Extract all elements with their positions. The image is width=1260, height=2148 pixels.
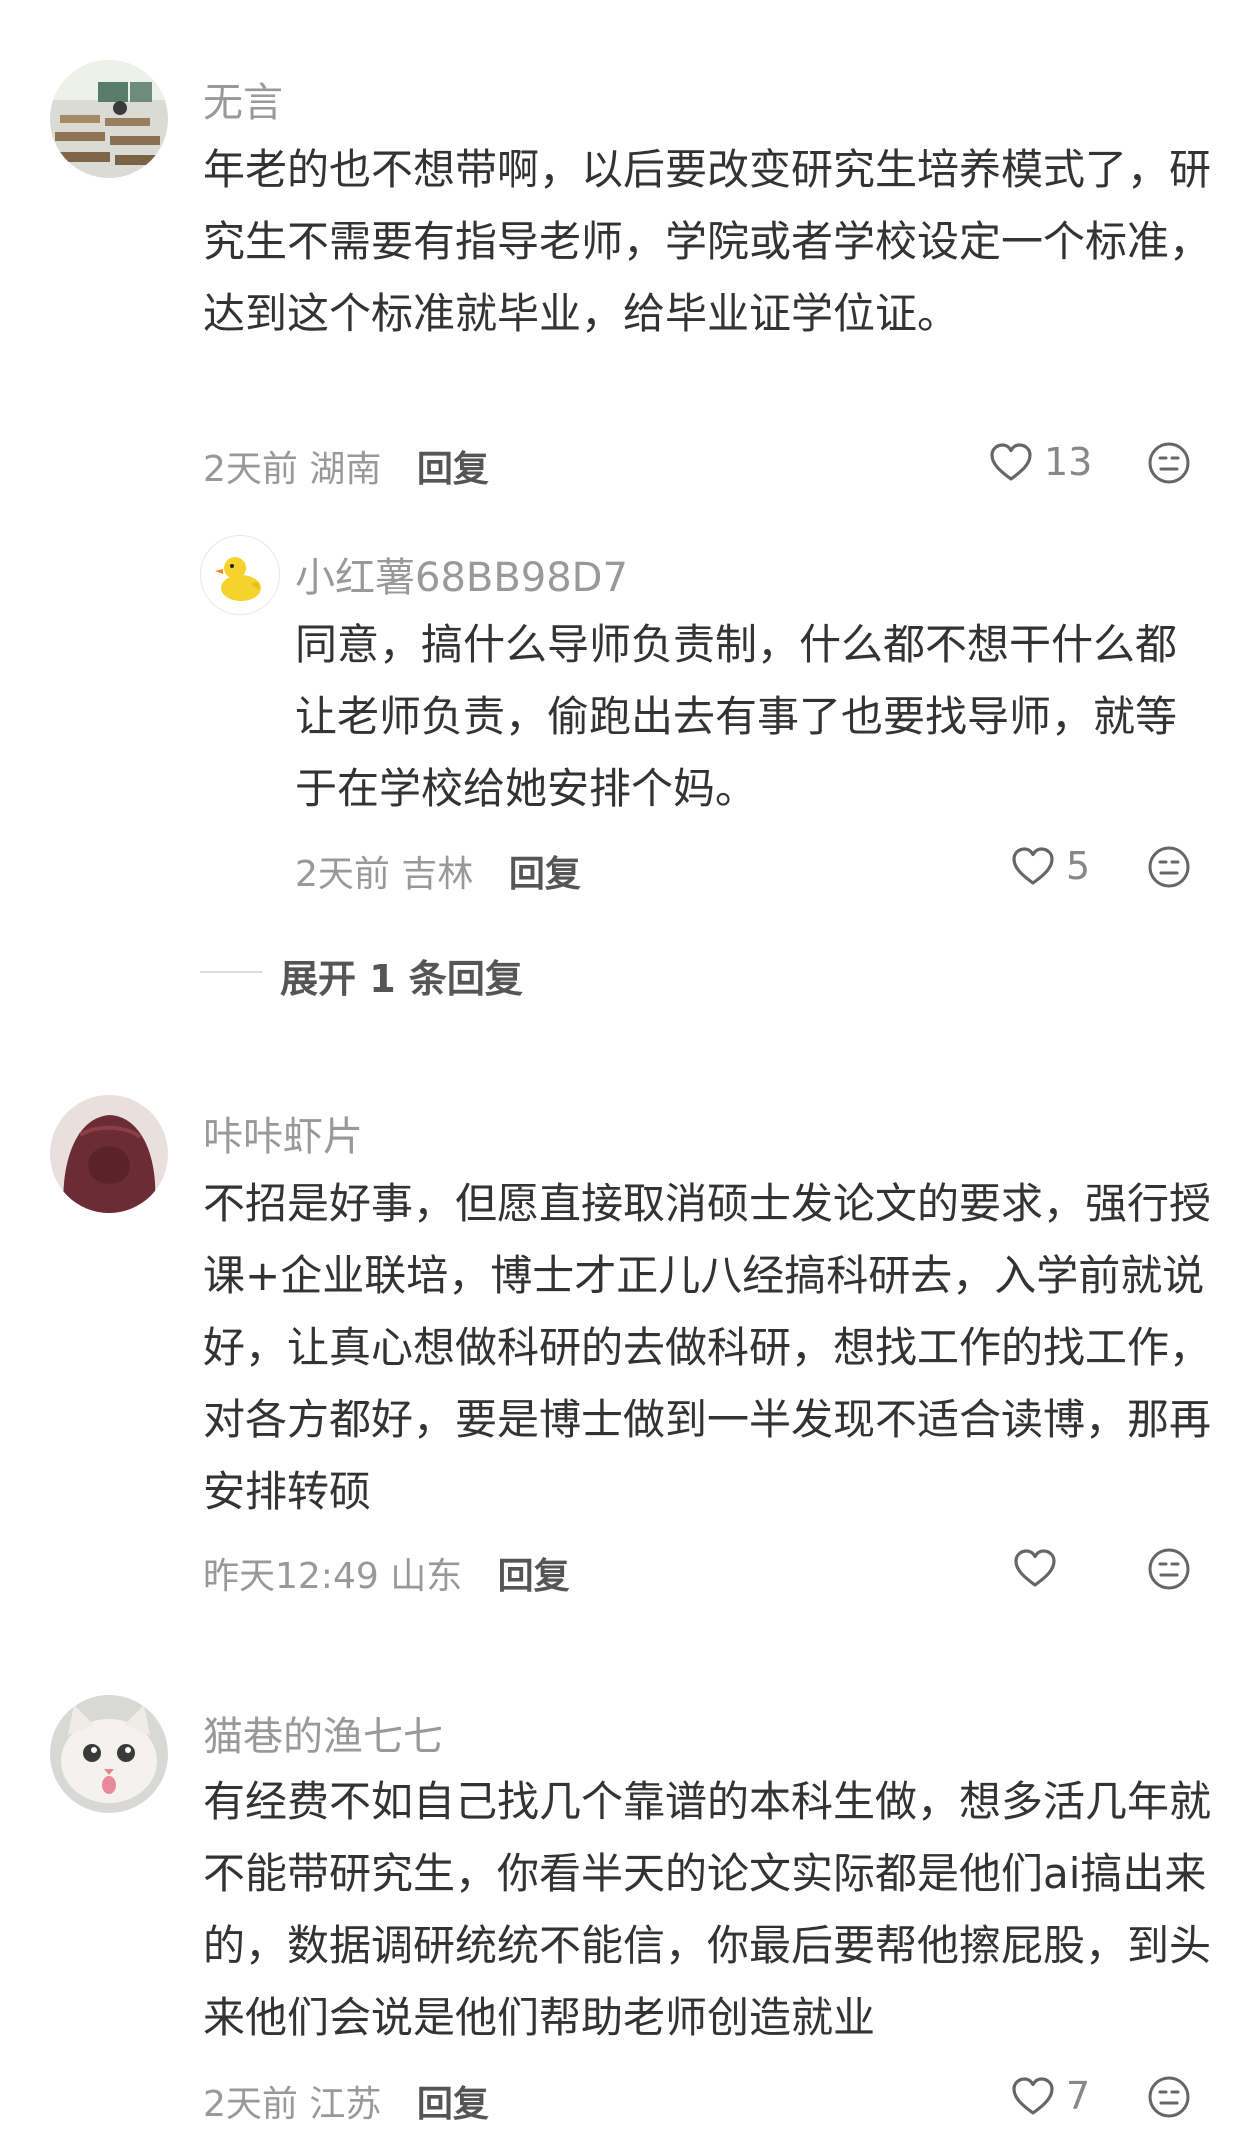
dislike-button[interactable] — [1146, 440, 1192, 490]
comment-meta: 2天前 江苏 回复 — [203, 2075, 489, 2127]
reply-username[interactable]: 小红薯68BB98D7 — [295, 545, 628, 603]
comment-username[interactable]: 猫巷的渔七七 — [203, 1704, 443, 1762]
heart-icon — [990, 443, 1032, 481]
heart-icon — [1014, 1549, 1056, 1587]
dislike-face-icon — [1148, 2076, 1190, 2118]
avatar[interactable] — [50, 1695, 168, 1813]
comment-location: 江苏 — [309, 2084, 382, 2125]
dislike-face-icon — [1148, 1548, 1190, 1590]
like-button[interactable]: 13 — [988, 438, 1092, 486]
like-button[interactable] — [1012, 1544, 1068, 1592]
avatar[interactable] — [50, 60, 168, 178]
comment-content: 不招是好事，但愿直接取消硕士发论文的要求，强行授课+企业联培，博士才正儿八经搞科… — [203, 1179, 1212, 1516]
like-button[interactable]: 7 — [1010, 2072, 1090, 2120]
expand-replies-button[interactable]: 展开 1 条回复 — [280, 948, 523, 1003]
dislike-button[interactable] — [1146, 1546, 1192, 1596]
comment-username[interactable]: 咔咔虾片 — [203, 1104, 363, 1162]
comment-meta: 昨天12:49 山东 回复 — [203, 1547, 570, 1599]
comment-location: 湖南 — [309, 449, 382, 490]
dislike-button[interactable] — [1146, 2074, 1192, 2124]
dislike-face-icon — [1148, 846, 1190, 888]
comment-content: 年老的也不想带啊，以后要改变研究生培养模式了，研究生不需要有指导老师，学院或者学… — [203, 145, 1212, 338]
reply-content: 同意，搞什么导师负责制，什么都不想干什么都让老师负责，偷跑出去有事了也要找导师，… — [295, 620, 1178, 813]
comment-meta: 2天前 湖南 回复 — [203, 440, 489, 492]
reply-button[interactable]: 回复 — [498, 1556, 570, 1597]
reply-button[interactable]: 回复 — [417, 2084, 489, 2125]
comment-username[interactable]: 无言 — [203, 70, 283, 128]
reply-time: 2天前 — [295, 854, 390, 895]
reply-button[interactable]: 回复 — [417, 449, 489, 490]
heart-icon — [1012, 2077, 1054, 2115]
reply-button[interactable]: 回复 — [509, 854, 581, 895]
like-count: 13 — [1044, 440, 1093, 484]
reply-meta: 2天前 吉林 回复 — [295, 845, 581, 897]
reply-location: 吉林 — [401, 854, 474, 895]
heart-icon — [1012, 847, 1054, 885]
comment-location: 山东 — [390, 1556, 463, 1597]
comment-time: 2天前 — [203, 449, 298, 490]
like-button[interactable]: 5 — [1010, 842, 1090, 890]
expand-divider — [200, 971, 262, 973]
dislike-button[interactable] — [1146, 844, 1192, 894]
avatar[interactable] — [50, 1095, 168, 1213]
comment-time: 2天前 — [203, 2084, 298, 2125]
avatar[interactable] — [200, 535, 280, 615]
like-count: 5 — [1066, 844, 1091, 888]
like-count: 7 — [1066, 2074, 1091, 2118]
comment-time: 昨天12:49 — [203, 1556, 379, 1597]
comment-content: 有经费不如自己找几个靠谱的本科生做，想多活几年就不能带研究生，你看半天的论文实际… — [203, 1777, 1212, 2042]
dislike-face-icon — [1148, 442, 1190, 484]
